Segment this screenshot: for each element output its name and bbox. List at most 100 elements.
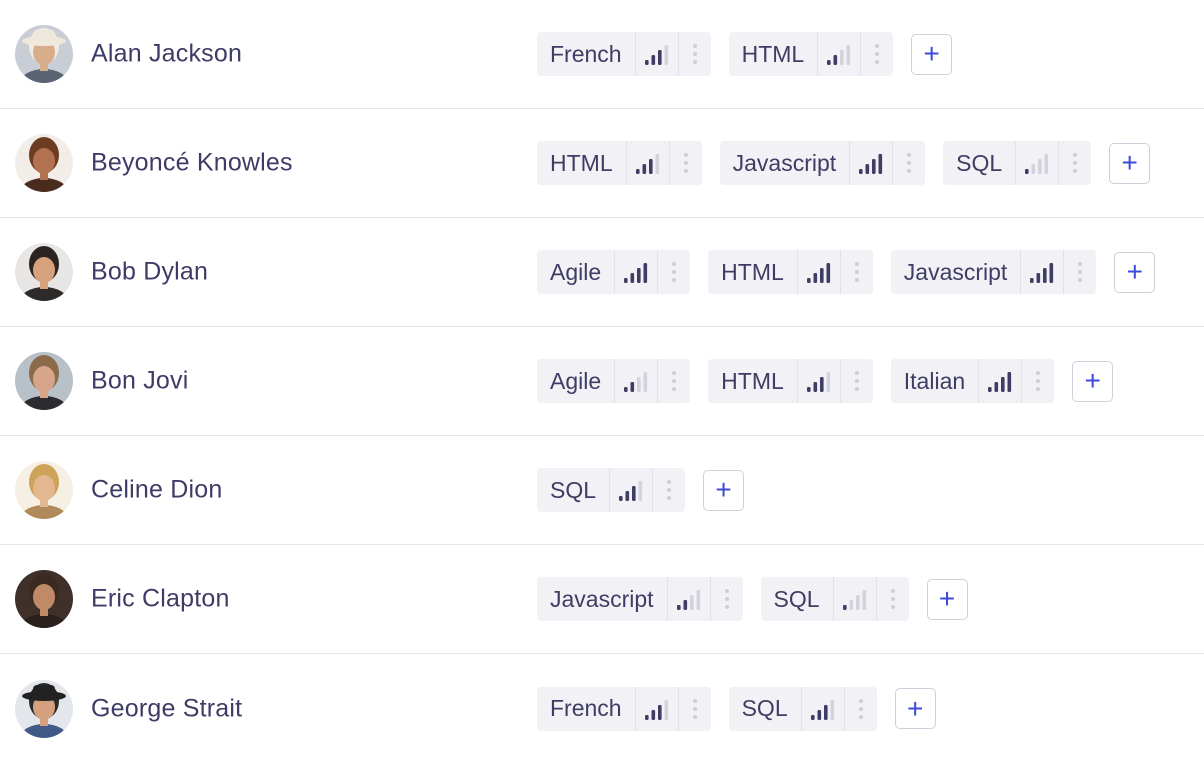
skill-level-button[interactable] (614, 250, 657, 294)
skill-level-button[interactable] (1020, 250, 1063, 294)
add-skill-button[interactable]: + (911, 33, 953, 75)
add-skill-button[interactable]: + (894, 688, 936, 729)
level-bar (878, 154, 883, 174)
skill-menu-button[interactable] (1058, 141, 1091, 185)
skill-menu-button[interactable] (860, 32, 893, 76)
add-skill-button[interactable]: + (703, 469, 745, 511)
level-bar (855, 595, 860, 610)
skill-level-icon (1025, 154, 1049, 174)
skill-menu-button[interactable] (843, 686, 877, 731)
skill-label: French (550, 695, 622, 721)
level-bar (632, 486, 636, 501)
add-skill-button[interactable]: + (926, 578, 968, 620)
skill-menu-button[interactable] (839, 359, 873, 403)
skill-menu-button[interactable] (652, 468, 685, 512)
level-bar (1031, 164, 1036, 174)
more-vertical-icon (858, 698, 863, 719)
level-bar (619, 496, 623, 501)
level-bar (819, 268, 824, 283)
add-skill-button[interactable]: + (1109, 142, 1151, 184)
skill-level-button[interactable] (817, 32, 860, 76)
level-bar (689, 595, 694, 610)
level-bar (676, 605, 681, 610)
skill-chip[interactable]: SQL (760, 577, 909, 621)
skill-chip[interactable]: HTML (537, 141, 702, 185)
skill-level-button[interactable] (796, 359, 840, 403)
skill-menu-button[interactable] (1063, 250, 1096, 294)
skill-label: SQL (550, 476, 597, 503)
avatar[interactable] (15, 352, 73, 410)
skill-chip[interactable]: HTML (708, 250, 873, 294)
skill-menu-button[interactable] (657, 250, 690, 294)
plus-icon: + (1084, 365, 1101, 396)
more-vertical-icon (692, 698, 697, 719)
person-name[interactable]: Bon Jovi (91, 367, 189, 396)
skill-level-button[interactable] (634, 32, 678, 76)
skill-level-button[interactable] (634, 686, 678, 731)
avatar[interactable] (15, 461, 73, 519)
level-bar (624, 278, 628, 283)
skill-menu-button[interactable] (677, 32, 711, 76)
add-skill-button[interactable]: + (1072, 360, 1114, 402)
avatar[interactable] (15, 134, 73, 192)
skill-level-button[interactable] (849, 141, 892, 185)
skill-menu-button[interactable] (892, 141, 925, 185)
avatar[interactable] (15, 679, 73, 738)
skill-level-button[interactable] (1015, 141, 1058, 185)
skill-menu-button[interactable] (875, 577, 909, 621)
skill-level-button[interactable] (609, 468, 652, 512)
skill-chip[interactable]: Agile (537, 359, 691, 403)
skill-chip[interactable]: Javascript (890, 250, 1097, 294)
level-bar (651, 709, 655, 720)
level-bar (806, 278, 811, 283)
level-bar (1038, 159, 1042, 174)
skill-level-button[interactable] (978, 359, 1021, 403)
skill-menu-button[interactable] (709, 577, 743, 621)
skill-chip[interactable]: SQL (728, 686, 877, 731)
skill-level-button[interactable] (832, 577, 876, 621)
skill-chip[interactable]: Javascript (537, 577, 743, 621)
level-bar (826, 263, 830, 283)
skill-menu-button[interactable] (839, 250, 873, 294)
more-vertical-icon (890, 589, 895, 609)
level-bar (840, 50, 844, 65)
skill-chip[interactable]: French (537, 32, 711, 76)
avatar[interactable] (15, 570, 73, 628)
skill-chips: Agile HTML Italian + (537, 359, 1114, 403)
skill-chip[interactable]: Agile (537, 250, 691, 294)
skill-chip[interactable]: Italian (890, 359, 1055, 403)
level-bar (637, 377, 641, 392)
skill-level-button[interactable] (796, 250, 840, 294)
person-name[interactable]: Eric Clapton (91, 585, 230, 614)
skill-menu-button[interactable] (1021, 359, 1054, 403)
person-name[interactable]: Celine Dion (91, 476, 222, 505)
skill-chip[interactable]: HTML (708, 359, 873, 403)
person-name[interactable]: Alan Jackson (91, 40, 242, 69)
skill-chip[interactable]: HTML (728, 32, 894, 76)
person-name[interactable]: Beyoncé Knowles (91, 149, 293, 178)
skill-chip[interactable]: SQL (537, 468, 686, 512)
skill-label: Javascript (550, 585, 654, 612)
more-vertical-icon (1078, 262, 1083, 282)
skill-level-button[interactable] (614, 359, 657, 403)
avatar[interactable] (15, 243, 73, 301)
level-bar (638, 481, 643, 501)
skill-chip[interactable]: SQL (943, 141, 1092, 185)
skill-level-button[interactable] (800, 686, 844, 731)
level-bar (859, 169, 863, 174)
skill-chip[interactable]: French (537, 686, 711, 731)
level-bar (630, 273, 635, 283)
level-bar (642, 164, 646, 174)
person-name[interactable]: Bob Dylan (91, 258, 208, 287)
level-bar (624, 387, 628, 392)
add-skill-button[interactable]: + (1114, 251, 1156, 293)
skill-level-button[interactable] (666, 577, 710, 621)
level-bar (1044, 154, 1049, 174)
skill-menu-button[interactable] (677, 686, 711, 731)
skill-level-button[interactable] (625, 141, 669, 185)
skill-chip[interactable]: Javascript (719, 141, 926, 185)
skill-menu-button[interactable] (657, 359, 690, 403)
person-name[interactable]: George Strait (91, 694, 242, 723)
skill-menu-button[interactable] (668, 141, 702, 185)
avatar[interactable] (15, 25, 73, 83)
